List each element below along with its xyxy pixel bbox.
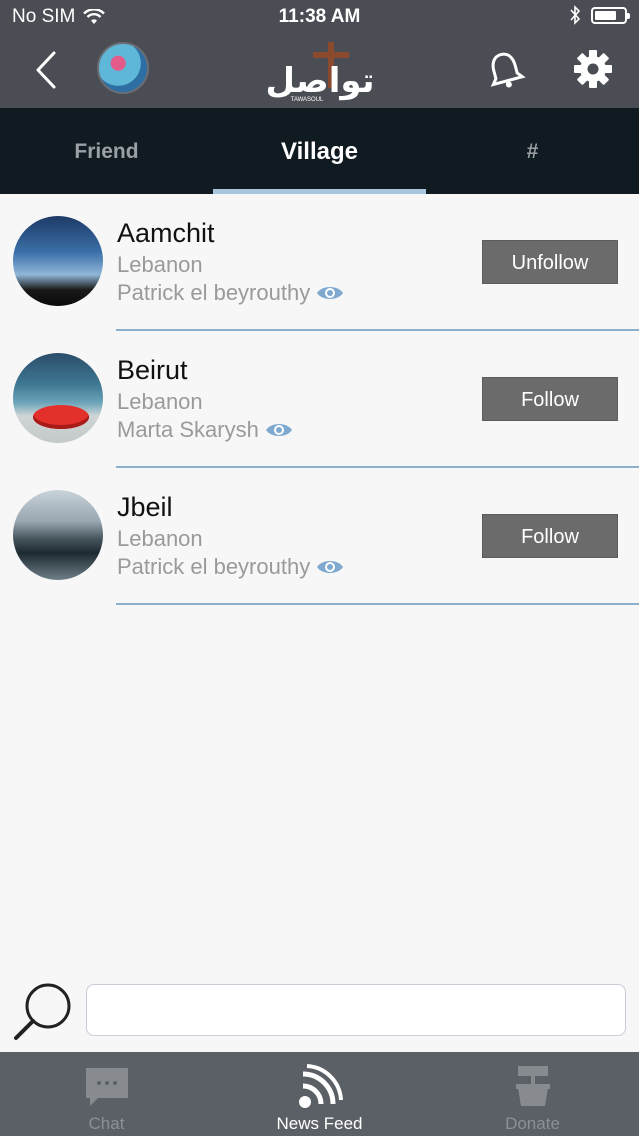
logo-graphic: تواصل TAWASOUL xyxy=(266,42,375,103)
battery-fill xyxy=(595,10,616,20)
follow-button[interactable]: Follow xyxy=(482,377,618,421)
back-button[interactable] xyxy=(28,48,64,92)
nav-news-feed[interactable]: News Feed xyxy=(213,1052,426,1136)
village-name: Jbeil xyxy=(117,492,173,522)
avatar-detail xyxy=(33,405,89,429)
village-owner: Patrick el beyrouthy xyxy=(117,280,344,306)
owner-name: Patrick el beyrouthy xyxy=(117,280,311,305)
battery-icon xyxy=(591,6,630,24)
owner-name: Marta Skarysh xyxy=(117,417,259,442)
list-item[interactable]: Aamchit Lebanon Patrick el beyrouthy Unf… xyxy=(0,194,639,331)
village-avatar xyxy=(13,353,103,443)
nav-donate[interactable]: Donate xyxy=(426,1052,639,1136)
notifications-button[interactable] xyxy=(483,48,527,92)
settings-button[interactable] xyxy=(570,46,616,92)
village-owner: Marta Skarysh xyxy=(117,417,293,443)
nav-label: News Feed xyxy=(276,1114,363,1133)
search-bar xyxy=(0,970,639,1052)
status-time: 11:38 AM xyxy=(278,6,361,27)
village-country: Lebanon xyxy=(117,526,203,551)
follow-button[interactable]: Follow xyxy=(482,514,618,558)
logo-text: تواصل xyxy=(266,61,375,101)
village-name: Beirut xyxy=(117,355,188,385)
tab-hashtag[interactable]: # xyxy=(426,108,639,194)
row-divider xyxy=(116,603,639,605)
nav-label: Donate xyxy=(505,1114,560,1133)
donate-icon xyxy=(515,1066,550,1106)
village-avatar xyxy=(13,216,103,306)
village-avatar xyxy=(13,490,103,580)
village-owner: Patrick el beyrouthy xyxy=(117,554,344,580)
top-bar: No SIM 11:38 AM تواصل TAWASOUL xyxy=(0,0,639,108)
status-bar: No SIM 11:38 AM xyxy=(0,0,639,34)
search-icon[interactable] xyxy=(12,980,74,1042)
nav-label: Chat xyxy=(88,1114,125,1133)
bluetooth-icon xyxy=(570,5,581,25)
status-right xyxy=(569,5,630,25)
unfollow-button[interactable]: Unfollow xyxy=(482,240,618,284)
app-logo: تواصل TAWASOUL xyxy=(255,36,385,104)
bell-icon xyxy=(490,52,526,88)
village-country: Lebanon xyxy=(117,389,203,414)
village-country: Lebanon xyxy=(117,252,203,277)
back-icon xyxy=(36,51,56,89)
search-input[interactable] xyxy=(86,984,626,1036)
tab-friend[interactable]: Friend xyxy=(0,108,213,194)
list-item[interactable]: Jbeil Lebanon Patrick el beyrouthy Follo… xyxy=(0,468,639,605)
nav-chat[interactable]: Chat xyxy=(0,1052,213,1136)
list-item[interactable]: Beirut Lebanon Marta Skarysh Follow xyxy=(0,331,639,468)
bottom-nav: Chat News Feed Donate xyxy=(0,1052,639,1136)
gear-icon xyxy=(574,50,612,88)
header-nav: تواصل TAWASOUL xyxy=(0,34,639,108)
eye-icon xyxy=(317,287,344,299)
tab-bar: Friend Village # xyxy=(0,108,639,194)
village-name: Aamchit xyxy=(117,218,215,248)
logo-subtext: TAWASOUL xyxy=(291,97,324,103)
eye-icon xyxy=(317,561,344,573)
chat-icon xyxy=(85,1068,128,1106)
eye-icon xyxy=(265,424,292,436)
village-list: Aamchit Lebanon Patrick el beyrouthy Unf… xyxy=(0,194,639,605)
profile-avatar[interactable] xyxy=(97,42,149,94)
feed-icon xyxy=(298,1064,343,1108)
owner-name: Patrick el beyrouthy xyxy=(117,554,311,579)
tab-village[interactable]: Village xyxy=(213,108,426,194)
